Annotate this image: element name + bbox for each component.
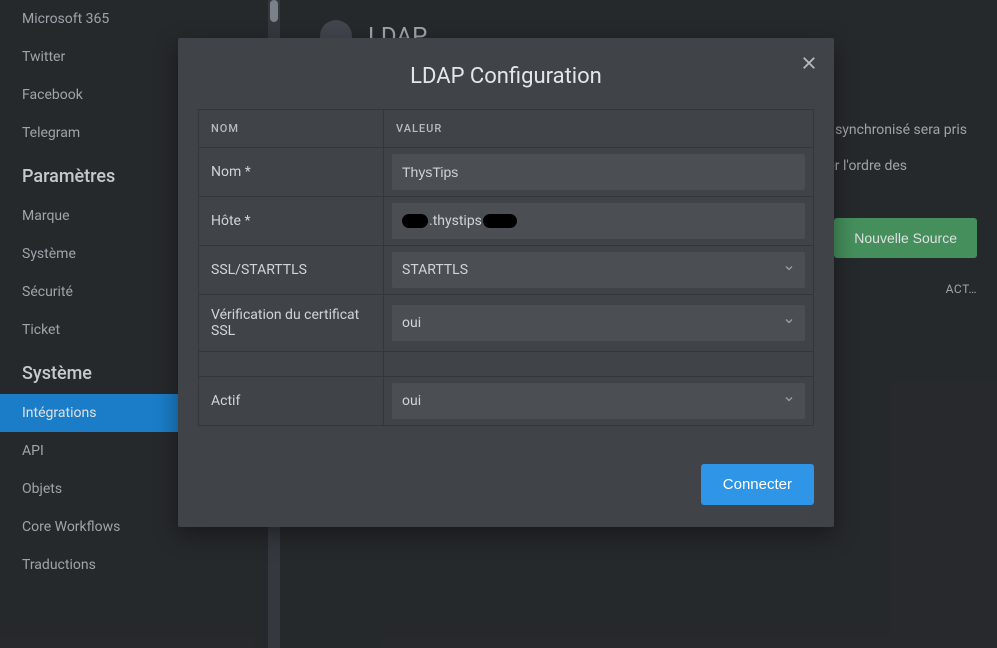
cert-select[interactable]: oui xyxy=(392,305,805,341)
column-header-name: NOM xyxy=(199,110,384,148)
blank-cell xyxy=(199,352,384,377)
ldap-config-modal: LDAP Configuration NOM VALEUR Nom * xyxy=(178,38,834,527)
config-table: NOM VALEUR Nom * Hôte * xyxy=(198,109,814,426)
ssl-label: SSL/STARTTLS xyxy=(199,246,384,295)
name-input[interactable] xyxy=(392,154,805,190)
active-select-value: oui xyxy=(402,393,421,409)
redacted-suffix xyxy=(483,214,517,228)
redacted-prefix xyxy=(402,214,428,228)
cert-select-value: oui xyxy=(402,315,421,331)
active-label: Actif xyxy=(199,377,384,426)
active-select[interactable]: oui xyxy=(392,383,805,419)
chevron-down-icon xyxy=(783,315,795,331)
connect-button[interactable]: Connecter xyxy=(701,464,814,505)
ssl-select[interactable]: STARTTLS xyxy=(392,252,805,288)
chevron-down-icon xyxy=(783,262,795,278)
host-input[interactable]: .thystips xyxy=(392,203,805,239)
modal-footer: Connecter xyxy=(178,446,834,527)
host-value-text: .thystips xyxy=(429,213,482,229)
blank-cell xyxy=(384,352,814,377)
app-root: Microsoft 365 Twitter Facebook Telegram … xyxy=(0,0,997,648)
modal-body: NOM VALEUR Nom * Hôte * xyxy=(178,109,834,446)
ssl-select-value: STARTTLS xyxy=(402,262,468,278)
close-icon xyxy=(800,57,818,76)
modal-title: LDAP Configuration xyxy=(198,64,814,89)
column-header-value: VALEUR xyxy=(384,110,814,148)
cert-label: Vérification du certificat SSL xyxy=(199,295,384,352)
close-button[interactable] xyxy=(800,54,818,76)
host-label: Hôte * xyxy=(199,197,384,246)
name-label: Nom * xyxy=(199,148,384,197)
chevron-down-icon xyxy=(783,393,795,409)
modal-header: LDAP Configuration xyxy=(178,38,834,109)
